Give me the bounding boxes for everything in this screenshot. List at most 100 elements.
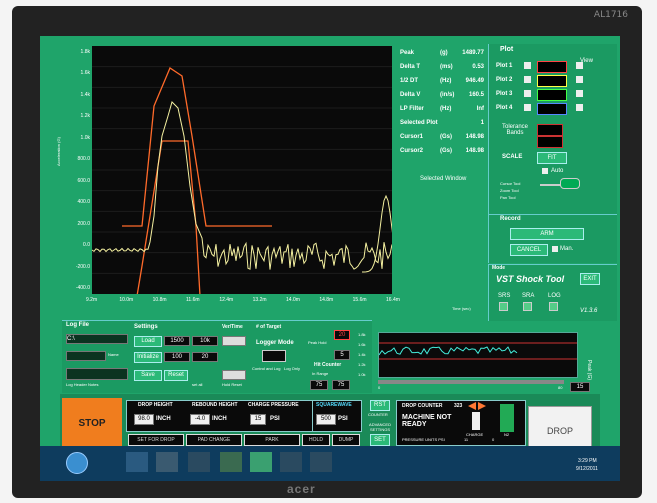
charge-input[interactable]: 15: [250, 414, 266, 425]
machine-status: MACHINE NOT READY: [402, 414, 452, 428]
set-button[interactable]: SET: [370, 434, 390, 446]
trend-y-tick: 1.2k: [358, 362, 366, 367]
cancel-button[interactable]: CANCEL: [510, 244, 548, 256]
log-header-label: Log Header Notes: [66, 382, 99, 387]
fit-button[interactable]: FIT: [537, 152, 567, 164]
trend-plot[interactable]: [378, 332, 578, 378]
plot-row-label: Plot 4: [496, 105, 513, 111]
clock-time[interactable]: 3:29 PM: [578, 458, 597, 464]
control-log-label: Control and Log: [252, 366, 281, 371]
x-tick-label: 10.0m: [119, 297, 134, 303]
readout-unit: (in/s): [440, 92, 455, 98]
hit-count-b: 75: [332, 380, 350, 390]
plot-view-checkbox[interactable]: [576, 76, 583, 83]
plot-select-checkbox[interactable]: [524, 104, 531, 111]
plot-select-checkbox[interactable]: [524, 76, 531, 83]
taskbar-media-icon[interactable]: [188, 452, 210, 472]
plot-trace-swatch[interactable]: [537, 75, 567, 87]
initialize-button[interactable]: Initialize: [134, 352, 162, 363]
srs-toggle[interactable]: [499, 302, 508, 311]
set-for-drop-button[interactable]: SET FOR DROP: [128, 434, 184, 446]
tolerance-swatch[interactable]: [537, 124, 563, 136]
readout-unit: (Hz): [440, 106, 452, 112]
drop-counter-value: 323: [454, 403, 463, 409]
cursor-tool-icon[interactable]: [560, 178, 580, 189]
readout-value: 148.98: [465, 148, 484, 154]
taskbar-app2-icon[interactable]: [280, 452, 302, 472]
ver-time-label: Ver/Time: [222, 324, 243, 330]
drop-height-input[interactable]: 98.0: [134, 414, 154, 425]
park-button[interactable]: PARK: [244, 434, 300, 446]
setting-value-4[interactable]: 20: [192, 352, 218, 362]
plot-select-checkbox[interactable]: [524, 90, 531, 97]
x-tick-label: 13.2m: [252, 297, 267, 303]
log-path-input[interactable]: C:\: [66, 334, 128, 344]
plot-view-checkbox[interactable]: [576, 104, 583, 111]
log-name-input[interactable]: [66, 351, 106, 361]
hold-button[interactable]: HOLD: [302, 434, 330, 446]
trend-readout: 15: [570, 382, 590, 392]
n2-gauge: [500, 404, 514, 432]
readout-label: Cursor2: [400, 148, 424, 154]
plot-select-checkbox[interactable]: [524, 62, 531, 69]
x-tick-label: 12.4m: [219, 297, 234, 303]
taskbar-ie-icon[interactable]: [126, 452, 148, 472]
peak-hold-input[interactable]: 5: [334, 350, 350, 360]
settings-title: Settings: [134, 324, 158, 330]
readout-label: Cursor1: [400, 134, 424, 140]
taskbar-app-icon[interactable]: [220, 452, 242, 472]
readout-value: 160.5: [468, 92, 484, 98]
plot-trace-swatch[interactable]: [537, 103, 567, 115]
save-button[interactable]: Save: [134, 370, 162, 381]
y-tick-label: 1.6k: [80, 70, 90, 77]
taskbar-app3-icon[interactable]: [310, 452, 332, 472]
drop-counter-label: DROP COUNTER: [402, 403, 443, 409]
x-tick-label: 14.8m: [319, 297, 334, 303]
acceleration-plot[interactable]: [91, 46, 411, 297]
trend-chart-svg: [378, 342, 577, 360]
target-count-input[interactable]: 20: [334, 330, 350, 340]
trend-scrollbar[interactable]: [378, 380, 564, 384]
start-orb-icon[interactable]: [66, 452, 88, 474]
y-tick-label: 400.0: [77, 199, 90, 206]
taskbar-vst-icon[interactable]: [250, 452, 272, 472]
readout-value: 1489.77: [462, 50, 484, 56]
pressure-units-label: PRESSURE UNITS PSI: [402, 437, 445, 442]
squarewave-input[interactable]: 500: [316, 414, 336, 425]
setting-value-3[interactable]: 100: [164, 352, 190, 362]
logger-mode-toggle[interactable]: [262, 350, 286, 362]
sra-toggle[interactable]: [523, 302, 532, 311]
load-button[interactable]: Load: [134, 336, 162, 347]
rst-counter-button[interactable]: RST: [370, 400, 390, 411]
lower-tolerance-trace: [122, 140, 201, 297]
trend-y-tick: 1.0k: [358, 372, 366, 377]
auto-checkbox[interactable]: [542, 168, 548, 174]
plot-trace-swatch[interactable]: [537, 89, 567, 101]
hold-reset-input[interactable]: [222, 370, 246, 380]
clock-date[interactable]: 9/12/2011: [576, 466, 598, 472]
reset-button[interactable]: Reset: [164, 370, 188, 381]
log-toggle[interactable]: [549, 302, 558, 311]
setting-value-2[interactable]: 10k: [192, 336, 218, 346]
readout-label: Selected Plot: [400, 120, 438, 126]
readout-value: 946.49: [465, 78, 484, 84]
arm-button[interactable]: ARM: [510, 228, 584, 240]
taskbar-explorer-icon[interactable]: [156, 452, 178, 472]
tolerance-swatch-2[interactable]: [537, 136, 563, 148]
plot-view-checkbox[interactable]: [576, 62, 583, 69]
setting-value-1[interactable]: 1500: [164, 336, 190, 346]
plot-trace-swatch[interactable]: [537, 61, 567, 73]
exit-button[interactable]: EXIT: [580, 273, 600, 285]
zoom-tool-label: Zoom Tool: [500, 188, 519, 193]
log-only-label: Log Only: [284, 366, 301, 371]
log-header-input[interactable]: [66, 368, 128, 380]
plot-view-checkbox[interactable]: [576, 90, 583, 97]
man-checkbox[interactable]: [552, 246, 558, 252]
stop-button[interactable]: STOP: [62, 398, 122, 450]
rebound-input[interactable]: -4.0: [190, 414, 210, 425]
in-range-label: In Range: [312, 371, 329, 376]
windows-taskbar: 3:29 PM 9/12/2011: [40, 446, 620, 481]
dump-button[interactable]: DUMP: [332, 434, 360, 446]
pad-change-button[interactable]: PAD CHANGE: [186, 434, 242, 446]
ver-time-input[interactable]: [222, 336, 246, 346]
